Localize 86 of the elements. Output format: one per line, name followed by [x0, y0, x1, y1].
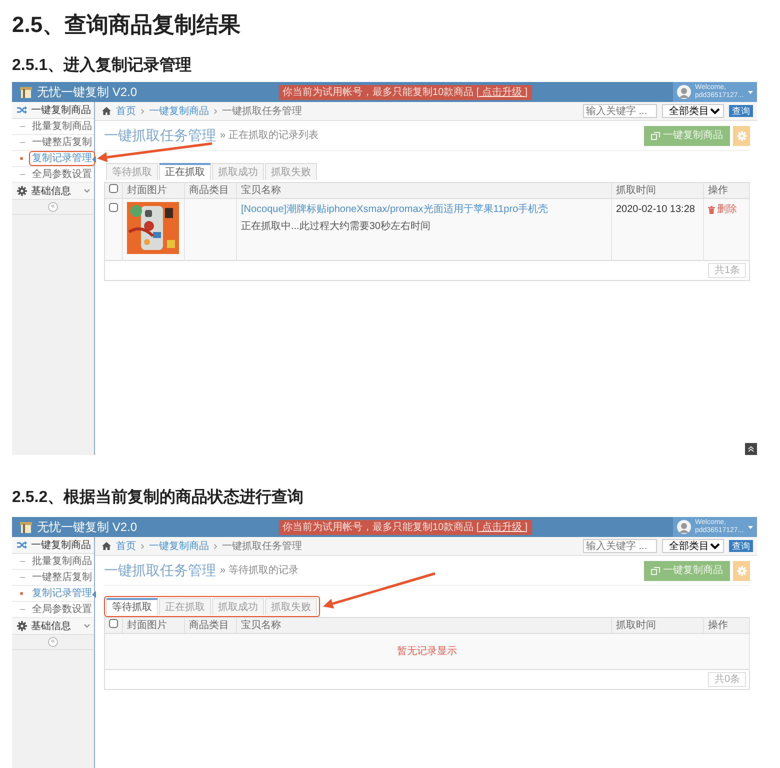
column-header: 商品类目: [189, 620, 229, 631]
scroll-top-button[interactable]: [745, 443, 757, 455]
avatar-icon: [677, 520, 691, 534]
copy-icon: [651, 566, 660, 574]
tab[interactable]: 抓取成功: [212, 163, 264, 180]
sidebar-group[interactable]: 一键复制商品: [12, 537, 94, 554]
chevron-icon: [84, 189, 90, 193]
column-header: 操作: [708, 620, 728, 631]
avatar-icon: [677, 85, 691, 99]
column-header: 宝贝名称: [241, 185, 281, 196]
logo-icon: [20, 86, 32, 98]
settings-icon: [736, 566, 746, 576]
caret-icon: [748, 526, 753, 528]
breadcrumb-link[interactable]: 首页: [116, 538, 136, 554]
column-header: 封面图片: [127, 620, 167, 631]
page-heading: 2.5、查询商品复制结果: [12, 12, 242, 38]
tab[interactable]: 正在抓取: [159, 163, 211, 180]
page-subtitle: » 正在抓取的记录列表: [220, 128, 318, 143]
category-select[interactable]: 全部类目: [662, 104, 724, 118]
gear-icon: [17, 186, 27, 196]
double-chevron-icon: [748, 446, 754, 452]
breadcrumb-current: 一键抓取任务管理: [222, 104, 302, 118]
chevron-icon: [141, 108, 144, 114]
checkbox[interactable]: [109, 184, 118, 193]
copy-button[interactable]: 一键复制商品: [644, 126, 730, 146]
column-header: 商品类目: [189, 185, 229, 196]
category-select[interactable]: 全部类目: [662, 539, 724, 553]
status-note: 正在抓取中...此过程大约需要30秒左右时间: [241, 220, 432, 234]
trial-notice: 你当前为试用帐号，最多只能复制10款商品 [ 点击升级 ]: [278, 520, 532, 534]
tab[interactable]: 抓取成功: [212, 598, 264, 615]
chevron-icon: [84, 624, 90, 628]
delete-link[interactable]: 删除: [708, 202, 737, 217]
breadcrumb-current: 一键抓取任务管理: [222, 540, 302, 554]
checkbox[interactable]: [109, 203, 118, 212]
breadcrumb-link[interactable]: 首页: [116, 104, 136, 118]
sidebar-group[interactable]: 基础信息: [12, 618, 94, 635]
tab[interactable]: 等待抓取: [106, 163, 158, 180]
home-icon: [102, 542, 111, 550]
app-title: 无忧一键复制 V2.0: [37, 519, 138, 536]
checkbox[interactable]: [109, 619, 118, 628]
table-cell: 2020-02-10 13:28: [616, 204, 695, 215]
tab[interactable]: 抓取失败: [265, 598, 317, 615]
search-button[interactable]: 查询: [729, 540, 753, 552]
shuffle-icon: [17, 541, 27, 549]
search-field[interactable]: 输入关键字 ...: [583, 104, 657, 118]
pointer-icon: [92, 156, 96, 163]
chevron-icon: [141, 544, 144, 548]
gear-icon: [17, 621, 27, 631]
column-header: 操作: [708, 185, 728, 196]
breadcrumb-link[interactable]: 一键复制商品: [149, 538, 209, 554]
copy-icon: [651, 132, 660, 140]
product-link[interactable]: [Nocoque]潮牌标贴iphoneXsmax/promax光面适用于苹果11pro手机壳: [241, 204, 548, 215]
search-button[interactable]: 查询: [729, 105, 753, 117]
section-heading: 2.5.1、进入复制记录管理: [12, 56, 193, 76]
tab[interactable]: 正在抓取: [159, 598, 211, 615]
search-field[interactable]: 输入关键字 ...: [583, 539, 657, 553]
tab[interactable]: 等待抓取: [106, 598, 158, 615]
copy-button[interactable]: 一键复制商品: [644, 560, 730, 580]
shuffle-icon: [17, 106, 27, 114]
trial-notice: 你当前为试用帐号，最多只能复制10款商品 [ 点击升级 ]: [278, 84, 532, 100]
record-count: 共1条: [708, 263, 746, 278]
chevron-icon: [214, 544, 217, 548]
caret-icon: [748, 90, 753, 94]
column-header: 封面图片: [127, 185, 167, 196]
page-title: 一键抓取任务管理: [104, 561, 216, 580]
sidebar-group[interactable]: 一键复制商品: [12, 102, 94, 119]
page-subtitle: » 等待抓取的记录: [220, 564, 298, 578]
breadcrumb-link[interactable]: 一键复制商品: [149, 104, 209, 118]
app-title: 无忧一键复制 V2.0: [37, 84, 138, 101]
sidebar-group[interactable]: 基础信息: [12, 183, 94, 200]
trash-icon: [708, 206, 715, 214]
home-icon: [102, 107, 111, 115]
pointer-icon: [92, 591, 96, 598]
settings-icon: [736, 130, 746, 140]
record-count: 共0条: [708, 672, 746, 687]
column-header: 抓取时间: [616, 185, 656, 196]
section-heading: 2.5.2、根据当前复制的商品状态进行查询: [12, 488, 305, 508]
column-header: 抓取时间: [616, 620, 656, 631]
page-title: 一键抓取任务管理: [104, 126, 216, 145]
tab[interactable]: 抓取失败: [265, 163, 317, 180]
upgrade-link[interactable]: [ 点击升级 ]: [476, 522, 528, 532]
column-header: 宝贝名称: [241, 620, 281, 631]
upgrade-link[interactable]: [ 点击升级 ]: [476, 86, 528, 98]
chevron-icon: [214, 108, 217, 114]
logo-icon: [20, 521, 32, 533]
empty-message: 暂无记录显示: [397, 646, 457, 657]
